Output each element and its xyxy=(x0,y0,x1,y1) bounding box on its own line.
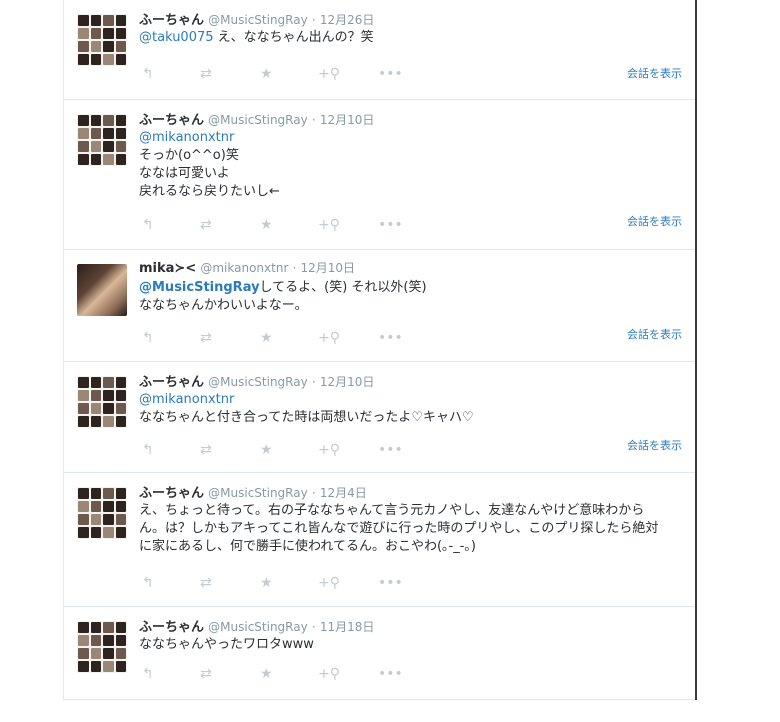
reply-icon[interactable]: ↰ xyxy=(142,331,154,345)
follow-icon[interactable]: +⚲ xyxy=(318,667,340,681)
reply-icon[interactable]: ↰ xyxy=(142,443,154,457)
tweet-text: @mikanonxtnr そっか(o^^o)笑 ななは可愛いよ 戻れるなら戻りた… xyxy=(139,129,694,201)
reply-icon[interactable]: ↰ xyxy=(142,667,154,681)
avatar[interactable] xyxy=(77,376,127,428)
follow-icon[interactable]: +⚲ xyxy=(318,67,340,81)
tweet-actions: ↰ ⇄ ★ +⚲ ••• xyxy=(142,331,403,345)
reply-icon[interactable]: ↰ xyxy=(142,67,154,81)
avatar[interactable] xyxy=(77,14,127,66)
retweet-icon[interactable]: ⇄ xyxy=(200,443,212,457)
view-conversation-link[interactable]: 会話を表示 xyxy=(627,213,682,229)
follow-icon[interactable]: +⚲ xyxy=(318,331,340,345)
tweet-item[interactable]: ふーちゃん @MusicStingRay · 11月18日 ななちゃんやったワロ… xyxy=(64,607,695,700)
mention-link[interactable]: @MusicStingRay xyxy=(139,280,260,295)
retweet-icon[interactable]: ⇄ xyxy=(200,67,212,81)
favorite-icon[interactable]: ★ xyxy=(260,218,273,232)
tweet-timestamp[interactable]: 12月26日 xyxy=(320,13,375,27)
display-name[interactable]: mika≻< xyxy=(139,261,196,276)
follow-icon[interactable]: +⚲ xyxy=(318,218,340,232)
display-name[interactable]: ふーちゃん xyxy=(139,113,204,128)
tweet-header: ふーちゃん @MusicStingRay · 12月26日 xyxy=(139,13,375,28)
tweet-text: ななちゃんやったワロタwww xyxy=(139,637,314,652)
retweet-icon[interactable]: ⇄ xyxy=(200,331,212,345)
retweet-icon[interactable]: ⇄ xyxy=(200,667,212,681)
tweet-timestamp[interactable]: 12月10日 xyxy=(320,375,375,389)
tweet-actions: ↰ ⇄ ★ +⚲ ••• xyxy=(142,576,403,590)
avatar[interactable] xyxy=(77,264,127,316)
avatar[interactable] xyxy=(77,621,127,673)
retweet-icon[interactable]: ⇄ xyxy=(200,576,212,590)
more-icon[interactable]: ••• xyxy=(378,331,403,345)
favorite-icon[interactable]: ★ xyxy=(260,576,273,590)
screen-name[interactable]: @MusicStingRay xyxy=(208,113,308,127)
screen-name[interactable]: @MusicStingRay xyxy=(208,620,308,634)
more-icon[interactable]: ••• xyxy=(378,67,403,81)
reply-icon[interactable]: ↰ xyxy=(142,218,154,232)
tweet-text: え、ちょっと待って。右の子ななちゃんて言う元カノやし、友達なんやけど意味わから … xyxy=(139,503,659,554)
tweet-timestamp[interactable]: 11月18日 xyxy=(320,620,375,634)
view-conversation-link[interactable]: 会話を表示 xyxy=(627,326,682,342)
tweet-item[interactable]: ふーちゃん @MusicStingRay · 12月10日 @mikanonxt… xyxy=(64,100,695,250)
tweet-header: ふーちゃん @MusicStingRay · 12月10日 xyxy=(139,113,375,128)
tweet-item[interactable]: ふーちゃん @MusicStingRay · 12月26日 @taku0075 … xyxy=(64,0,695,100)
tweet-header: ふーちゃん @MusicStingRay · 11月18日 xyxy=(139,620,375,635)
screen-name[interactable]: @mikanonxtnr xyxy=(200,261,288,275)
tweet-actions: ↰ ⇄ ★ +⚲ ••• xyxy=(142,218,403,232)
tweet-item[interactable]: ふーちゃん @MusicStingRay · 12月10日 @mikanonxt… xyxy=(64,362,695,473)
retweet-icon[interactable]: ⇄ xyxy=(200,218,212,232)
tweet-actions: ↰ ⇄ ★ +⚲ ••• xyxy=(142,443,403,457)
display-name[interactable]: ふーちゃん xyxy=(139,486,204,501)
favorite-icon[interactable]: ★ xyxy=(260,331,273,345)
tweet-timeline: ふーちゃん @MusicStingRay · 12月26日 @taku0075 … xyxy=(63,0,697,700)
tweet-text: @mikanonxtnr ななちゃんと付き合ってた時は両想いだったよ♡キャハ♡ xyxy=(139,391,694,427)
tweet-timestamp[interactable]: 12月4日 xyxy=(320,486,367,500)
screen-name[interactable]: @MusicStingRay xyxy=(208,13,308,27)
tweet-header: ふーちゃん @MusicStingRay · 12月10日 xyxy=(139,375,375,390)
tweet-text: @MusicStingRayしてるよ、(笑) それ以外(笑) ななちゃんかわいい… xyxy=(139,280,427,313)
tweet-actions: ↰ ⇄ ★ +⚲ ••• xyxy=(142,667,403,681)
more-icon[interactable]: ••• xyxy=(378,576,403,590)
reply-icon[interactable]: ↰ xyxy=(142,576,154,590)
tweet-header: ふーちゃん @MusicStingRay · 12月4日 xyxy=(139,486,367,501)
more-icon[interactable]: ••• xyxy=(378,218,403,232)
screen-name[interactable]: @MusicStingRay xyxy=(208,486,308,500)
screen-name[interactable]: @MusicStingRay xyxy=(208,375,308,389)
mention-link[interactable]: @mikanonxtnr xyxy=(139,391,694,409)
tweet-item[interactable]: mika≻< @mikanonxtnr · 12月10日 @MusicSting… xyxy=(64,250,695,362)
tweet-timestamp[interactable]: 12月10日 xyxy=(300,261,355,275)
favorite-icon[interactable]: ★ xyxy=(260,667,273,681)
mention-link[interactable]: @taku0075 xyxy=(139,30,214,45)
display-name[interactable]: ふーちゃん xyxy=(139,375,204,390)
display-name[interactable]: ふーちゃん xyxy=(139,13,204,28)
mention-link[interactable]: @mikanonxtnr xyxy=(139,129,694,147)
view-conversation-link[interactable]: 会話を表示 xyxy=(627,437,682,453)
follow-icon[interactable]: +⚲ xyxy=(318,576,340,590)
tweet-text: @taku0075 え、ななちゃん出んの？笑 xyxy=(139,30,374,45)
display-name[interactable]: ふーちゃん xyxy=(139,620,204,635)
tweet-actions: ↰ ⇄ ★ +⚲ ••• xyxy=(142,67,403,81)
follow-icon[interactable]: +⚲ xyxy=(318,443,340,457)
avatar[interactable] xyxy=(77,487,127,539)
favorite-icon[interactable]: ★ xyxy=(260,443,273,457)
more-icon[interactable]: ••• xyxy=(378,667,403,681)
tweet-timestamp[interactable]: 12月10日 xyxy=(320,113,375,127)
avatar[interactable] xyxy=(77,114,127,166)
tweet-header: mika≻< @mikanonxtnr · 12月10日 xyxy=(139,261,356,276)
view-conversation-link[interactable]: 会話を表示 xyxy=(627,65,682,81)
tweet-item[interactable]: ふーちゃん @MusicStingRay · 12月4日 え、ちょっと待って。右… xyxy=(64,473,695,607)
more-icon[interactable]: ••• xyxy=(378,443,403,457)
favorite-icon[interactable]: ★ xyxy=(260,67,273,81)
